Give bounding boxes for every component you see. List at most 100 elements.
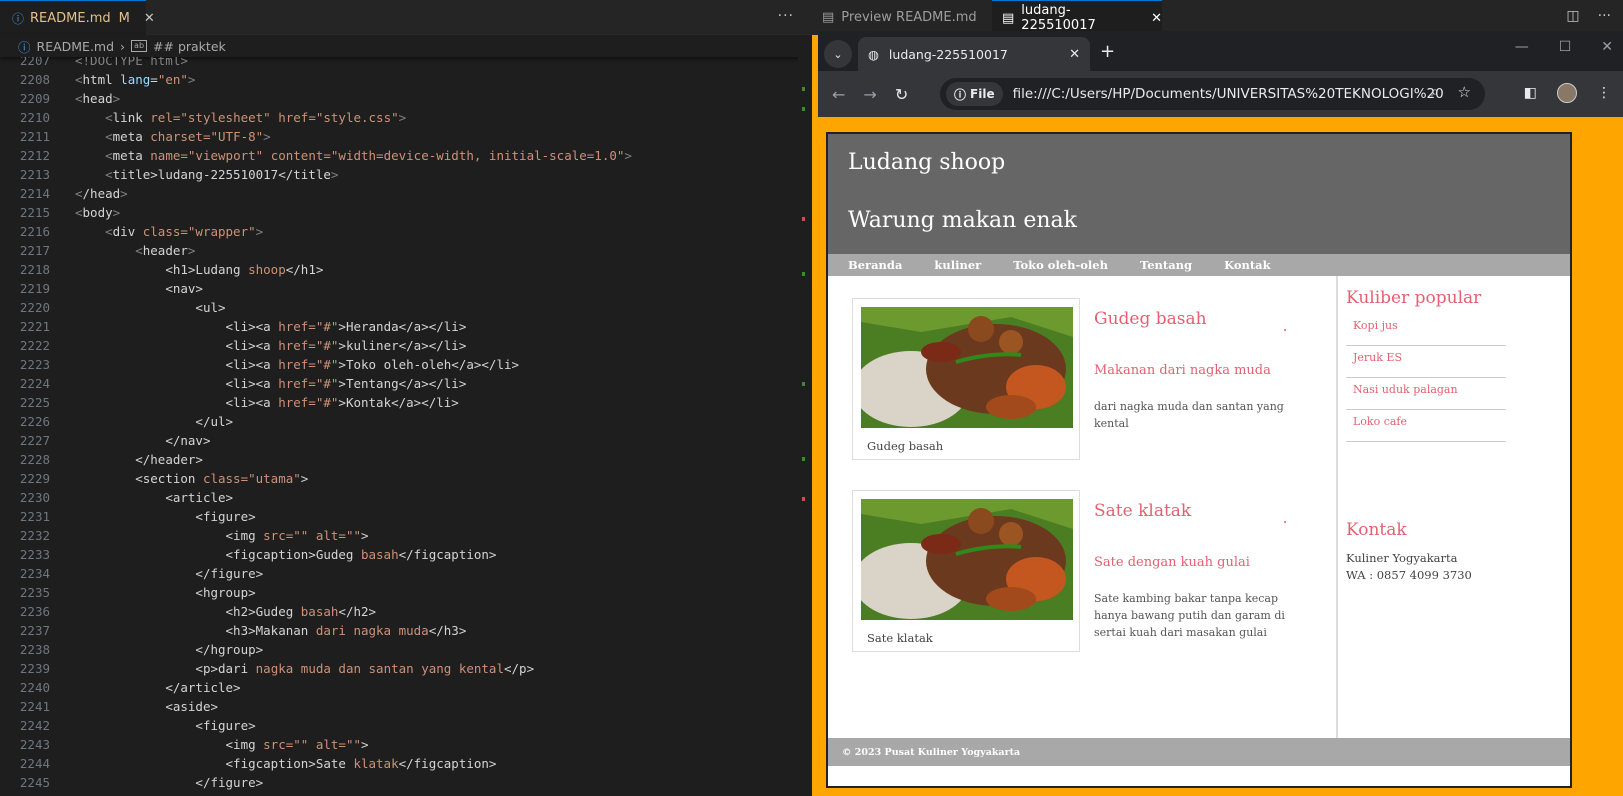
code-line[interactable]: 2215 <body> (0, 203, 800, 222)
section-icon: ab (131, 40, 148, 52)
code-line[interactable]: 2234 </figure> (0, 564, 800, 583)
code-line[interactable]: 2223 <li><a href="#">Toko oleh-oleh</a><… (0, 355, 800, 374)
new-tab-button[interactable]: + (1100, 41, 1115, 62)
star-icon[interactable]: ☆ (1458, 83, 1471, 101)
minimize-icon[interactable]: — (1515, 39, 1529, 55)
maximize-icon[interactable]: ☐ (1559, 39, 1572, 55)
url-text[interactable]: file:///C:/Users/HP/Documents/UNIVERSITA… (1013, 86, 1443, 102)
site-subtitle: Warung makan enak (848, 208, 1077, 233)
tab-readme[interactable]: ⓘ README.md M ✕ (0, 0, 155, 35)
code-line[interactable]: 2226 </ul> (0, 412, 800, 431)
tab-preview-readme[interactable]: ▤ Preview README.md (812, 0, 992, 35)
tab-browser-preview[interactable]: ▤ ludang-225510017 ✕ (992, 0, 1162, 35)
line-number: 2223 (19, 357, 50, 372)
code-area[interactable]: 2207 <!DOCTYPE html> 2208 <html lang="en"> 2… (0, 57, 800, 796)
preview-icon: ▤ (822, 10, 835, 25)
code-line[interactable]: 2243 <img src="" alt=""> (0, 735, 800, 754)
minimap-marker (802, 87, 805, 91)
code-line[interactable]: 2221 <li><a href="#">Heranda</a></li> (0, 317, 800, 336)
code-line[interactable]: 2241 <aside> (0, 697, 800, 716)
sidebar-item[interactable]: Nasi uduk palagan (1346, 378, 1506, 410)
line-source: </ul> (195, 414, 234, 429)
line-source: <figcaption>Sate klatak</figcaption> (225, 756, 497, 771)
code-line[interactable]: 2219 <nav> (0, 279, 800, 298)
code-line[interactable]: 2218 <h1>Ludang shoop</h1> (0, 260, 800, 279)
breadcrumb-file[interactable]: README.md (37, 39, 115, 54)
code-line[interactable]: 2224 <li><a href="#">Tentang</a></li> (0, 374, 800, 393)
code-line[interactable]: 2228 </header> (0, 450, 800, 469)
code-line[interactable]: 2227 </nav> (0, 431, 800, 450)
code-line[interactable]: 2210 <link rel="stylesheet" href="style.… (0, 108, 800, 127)
nav-kontak[interactable]: Kontak (1224, 258, 1271, 272)
forward-arrow-icon[interactable]: → (863, 85, 876, 104)
side-panel-icon[interactable]: ◧ (1524, 85, 1537, 101)
code-line[interactable]: 2222 <li><a href="#">kuliner</a></li> (0, 336, 800, 355)
code-line[interactable]: 2233 <figcaption>Gudeg basah</figcaption… (0, 545, 800, 564)
code-line[interactable]: 2213 <title>ludang-225510017</title> (0, 165, 800, 184)
aside-figure: Sate klatak (852, 490, 1080, 652)
close-icon[interactable]: ✕ (144, 11, 155, 26)
zoom-icon[interactable]: ⌕ (1431, 84, 1439, 100)
code-line[interactable]: 2230 <article> (0, 488, 800, 507)
browser-tab[interactable]: ◍ ludang-225510017 ✕ (858, 37, 1090, 71)
code-line[interactable]: 2217 <header> (0, 241, 800, 260)
nav-beranda[interactable]: Beranda (848, 258, 902, 272)
kontak-line: WA : 0857 4099 3730 (1346, 568, 1472, 582)
avatar[interactable] (1557, 83, 1577, 103)
code-line[interactable]: 2235 <hgroup> (0, 583, 800, 602)
line-number: 2242 (19, 718, 50, 733)
tab-search-button[interactable]: ⌄ (824, 40, 852, 68)
sidebar-item[interactable]: Loko cafe (1346, 410, 1506, 442)
code-line[interactable]: 2220 <ul> (0, 298, 800, 317)
close-window-icon[interactable]: ✕ (1601, 39, 1613, 55)
window-controls: — ☐ ✕ (1515, 39, 1613, 55)
code-line[interactable]: 2207 <!DOCTYPE html> (0, 57, 800, 70)
menu-icon[interactable]: ⋮ (1597, 85, 1611, 101)
code-line[interactable]: 2237 <h3>Makanan dari nagka muda</h3> (0, 621, 800, 640)
code-line[interactable]: 2238 </hgroup> (0, 640, 800, 659)
more-actions-icon[interactable]: ··· (778, 8, 794, 24)
breadcrumb-section[interactable]: ## praktek (153, 39, 226, 54)
code-line[interactable]: 2244 <figcaption>Sate klatak</figcaption… (0, 754, 800, 773)
site-info-chip[interactable]: ⓘ File (946, 82, 1003, 106)
line-number: 2233 (19, 547, 50, 562)
line-number: 2224 (19, 376, 50, 391)
more-actions-icon[interactable]: ··· (1598, 8, 1611, 24)
line-source: <h3>Makanan dari nagka muda</h3> (225, 623, 467, 638)
code-line[interactable]: 2236 <h2>Gudeg basah</h2> (0, 602, 800, 621)
sidebar-item[interactable]: Kopi jus (1346, 314, 1506, 346)
code-line[interactable]: 2211 <meta charset="UTF-8"> (0, 127, 800, 146)
close-icon[interactable]: ✕ (1151, 11, 1162, 26)
line-source: <li><a href="#">Toko oleh-oleh</a></li> (225, 357, 520, 372)
code-line[interactable]: 2229 <section class="utama"> (0, 469, 800, 488)
nav-kuliner[interactable]: kuliner (934, 258, 981, 272)
food-image (861, 307, 1073, 428)
sidebar-item[interactable]: Jeruk ES (1346, 346, 1506, 378)
code-line[interactable]: 2239 <p>dari nagka muda dan santan yang … (0, 659, 800, 678)
code-line[interactable]: 2209 <head> (0, 89, 800, 108)
code-line[interactable]: 2216 <div class="wrapper"> (0, 222, 800, 241)
code-line[interactable]: 2208 <html lang="en"> (0, 70, 800, 89)
back-arrow-icon[interactable]: ← (832, 85, 845, 104)
aside-subheading: Sate dengan kuah gulai (1094, 555, 1250, 570)
line-source: <figure> (195, 509, 256, 524)
code-line[interactable]: 2214 </head> (0, 184, 800, 203)
code-line[interactable]: 2242 <figure> (0, 716, 800, 735)
info-icon: ⓘ (18, 39, 31, 55)
nav-toko-oleh-oleh[interactable]: Toko oleh-oleh (1013, 258, 1108, 272)
close-icon[interactable]: ✕ (1069, 47, 1080, 62)
code-line[interactable]: 2225 <li><a href="#">Kontak</a></li> (0, 393, 800, 412)
minimap[interactable] (798, 57, 812, 796)
reload-icon[interactable]: ↻ (895, 85, 908, 104)
address-bar[interactable]: ⓘ File file:///C:/Users/HP/Documents/UNI… (940, 78, 1485, 110)
nav-tentang[interactable]: Tentang (1140, 258, 1192, 272)
code-line[interactable]: 2232 <img src="" alt=""> (0, 526, 800, 545)
line-number: 2220 (19, 300, 50, 315)
code-line[interactable]: 2245 </figure> (0, 773, 800, 792)
code-line[interactable]: 2240 </article> (0, 678, 800, 697)
code-line[interactable]: 2231 <figure> (0, 507, 800, 526)
line-number: 2229 (19, 471, 50, 486)
code-line[interactable]: 2212 <meta name="viewport" content="widt… (0, 146, 800, 165)
split-editor-icon[interactable]: ◫ (1566, 8, 1579, 24)
line-number: 2209 (19, 91, 50, 106)
